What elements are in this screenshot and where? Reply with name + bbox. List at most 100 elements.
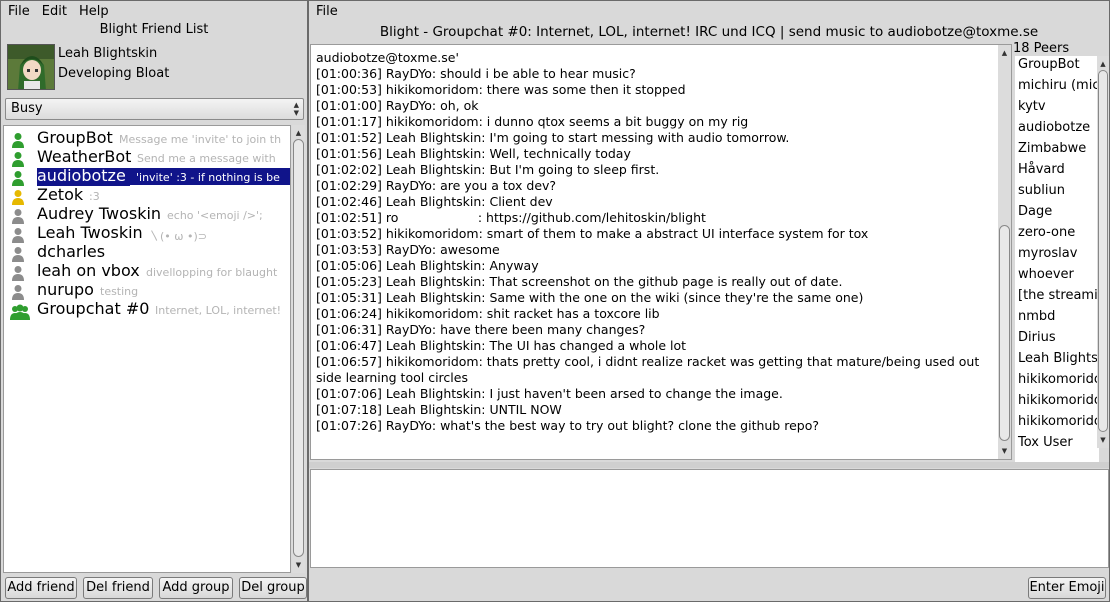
friend-name: dcharles [37,244,106,261]
peer-item[interactable]: Zimbabwe [1015,140,1099,161]
friend-name: leah on vbox [37,263,140,280]
user-online-icon [10,151,26,167]
chat-message: [01:00:36] RayDYo: should i be able to h… [316,66,636,81]
friend-status-message: echo '<emoji />'; [167,209,263,222]
chat-message: [01:05:06] Leah Blightskin: Anyway [316,258,539,273]
user-offline-icon [10,265,26,281]
chat-message: [01:07:18] Leah Blightskin: UNTIL NOW [316,402,562,417]
friend-window-title: Blight Friend List [99,22,209,37]
chat-message: [01:07:26] RayDYo: what's the best way t… [316,418,819,433]
status-select[interactable]: Busy ▲ ▼ [5,98,304,120]
friend-status-message: testing [100,285,139,298]
chat-log[interactable]: audiobotze@toxme.se' [01:00:36] RayDYo: s… [310,44,1012,460]
pane-splitter[interactable] [309,462,1109,468]
peer-item[interactable]: whoever [1015,266,1099,287]
friend-status-message: :3 [89,190,100,203]
friend-item[interactable]: Groupchat #0 Internet, LOL, internet! [4,301,290,320]
friend-list-scrollbar[interactable]: ▲ ▼ [292,125,305,573]
peer-item[interactable]: [the streami [1015,287,1099,308]
profile-name[interactable]: Leah Blightskin [58,46,157,61]
friend-item[interactable]: WeatherBot Send me a message with [4,149,290,168]
scroll-up-icon[interactable]: ▲ [1097,58,1109,70]
user-online-icon [10,132,26,148]
chat-log-scrollbar[interactable]: ▲ ▼ [998,45,1011,459]
scroll-up-icon[interactable]: ▲ [292,127,305,139]
user-offline-icon [10,284,26,300]
peer-list[interactable]: GroupBot michiru (mic kytv audiobotze Zimbab… [1015,56,1099,462]
peer-item[interactable]: hikikomorido [1015,413,1099,434]
friend-list[interactable]: GroupBot Message me 'invite' to join th We… [3,125,291,573]
profile-panel: Leah Blightskin Developing Bloat [5,42,305,94]
peers-count: 18 Peers [1013,41,1070,56]
friend-name: WeatherBot [37,149,132,166]
group-icon [10,303,30,320]
enter-emoji-button[interactable]: Enter Emoji [1028,577,1106,599]
menu-help[interactable]: Help [72,4,114,19]
friend-item[interactable]: GroupBot Message me 'invite' to join th [4,130,290,149]
peer-item[interactable]: hikikomorido [1015,371,1099,392]
peer-item[interactable]: GroupBot [1015,56,1099,77]
peer-item[interactable]: myroslav [1015,245,1099,266]
peer-item[interactable]: zero-one [1015,224,1099,245]
chat-message: [01:02:02] Leah Blightskin: But I'm goin… [316,162,660,177]
peer-item[interactable]: michiru (mic [1015,77,1099,98]
scroll-down-icon[interactable]: ▼ [292,559,305,571]
friend-item[interactable]: dcharles [4,244,290,263]
friend-name: Groupchat #0 [37,301,150,318]
peer-item[interactable]: Tox User [1015,434,1099,455]
peer-item[interactable]: kytv [1015,98,1099,119]
peer-item[interactable]: nmbd [1015,308,1099,329]
friend-item[interactable]: nurupo testing [4,282,290,301]
chat-message: [01:06:31] RayDYo: have there been many … [316,322,646,337]
friend-name: Zetok [37,187,84,204]
chat-message: [01:01:00] RayDYo: oh, ok [316,98,479,113]
user-offline-icon [10,208,26,224]
chat-menu-file[interactable]: File [309,4,343,19]
chat-message: [01:06:24] hikikomoridom: shit racket ha… [316,306,660,321]
peer-item[interactable]: Håvard [1015,161,1099,182]
scroll-thumb[interactable] [293,139,304,557]
profile-status-message[interactable]: Developing Bloat [58,66,169,81]
peer-item[interactable]: Dage [1015,203,1099,224]
peer-item[interactable]: Leah Blights [1015,350,1099,371]
chat-window-title: Blight - Groupchat #0: Internet, LOL, in… [379,24,1039,40]
chat-message: [01:01:52] Leah Blightskin: I'm going to… [316,130,790,145]
scroll-down-icon[interactable]: ▼ [1097,434,1109,446]
scroll-up-icon[interactable]: ▲ [998,47,1011,59]
friend-name: nurupo [37,282,94,299]
scroll-down-icon[interactable]: ▼ [998,445,1011,457]
scroll-thumb[interactable] [999,225,1010,441]
friend-buttons: Add friend Del friend Add group Del grou… [5,577,307,599]
message-input[interactable] [310,469,1109,568]
friend-item[interactable]: leah on vbox divellopping for blaught [4,263,290,282]
select-arrows-icon: ▲ ▼ [293,101,299,117]
user-offline-icon [10,246,26,262]
friend-status-message: 'invite' :3 - if nothing is be [136,171,280,184]
avatar-image-icon [8,45,54,89]
del-group-button[interactable]: Del group [239,577,307,599]
friend-item[interactable]: Zetok :3 [4,187,290,206]
friend-item[interactable]: Audrey Twoskin echo '<emoji />'; [4,206,290,225]
menu-file[interactable]: File [1,4,35,19]
avatar[interactable] [7,44,55,90]
menu-edit[interactable]: Edit [35,4,72,19]
del-friend-button[interactable]: Del friend [83,577,153,599]
chat-message: [01:01:56] Leah Blightskin: Well, techni… [316,146,631,161]
peer-item[interactable]: hikikomorido [1015,392,1099,413]
add-friend-button[interactable]: Add friend [5,577,77,599]
chat-message: [01:02:29] RayDYo: are you a tox dev? [316,178,557,193]
peer-item[interactable]: Dirius [1015,329,1099,350]
user-away-icon [10,189,26,205]
friend-item[interactable]: audiobotze 'invite' :3 - if nothing is be [4,168,290,187]
friend-status-message: Internet, LOL, internet! [155,304,282,317]
peer-list-scrollbar[interactable]: ▲ ▼ [1097,56,1109,448]
chat-message: [01:07:06] Leah Blightskin: I just haven… [316,386,783,401]
friend-item[interactable]: Leah Twoskin 〵(• ω •)⊃ [4,225,290,244]
peer-item[interactable]: subliun [1015,182,1099,203]
peer-item[interactable]: audiobotze [1015,119,1099,140]
friend-name: Audrey Twoskin [37,206,162,223]
scroll-thumb[interactable] [1098,70,1108,432]
friend-list-window: File Edit Help Blight Friend List Leah B… [0,0,308,602]
add-group-button[interactable]: Add group [159,577,233,599]
chat-message: audiobotze@toxme.se' [316,50,459,65]
